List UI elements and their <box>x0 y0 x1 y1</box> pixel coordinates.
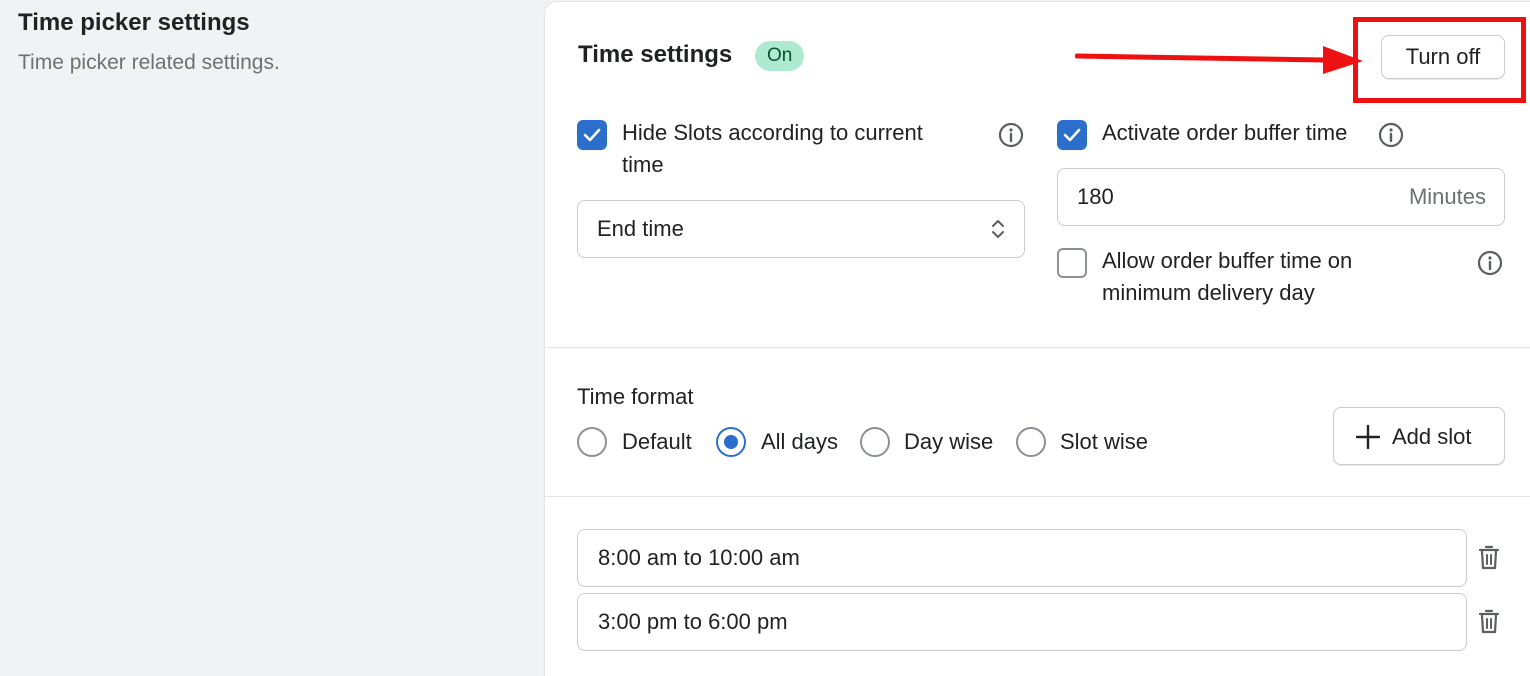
hide-slots-label-line2: time <box>622 152 664 177</box>
divider <box>545 496 1530 497</box>
info-icon[interactable] <box>1378 122 1404 148</box>
buffer-minutes-suffix: Minutes <box>1408 184 1486 209</box>
allow-buffer-min-day-checkbox[interactable] <box>1057 248 1087 278</box>
section-description: Time picker related settings. <box>18 51 280 74</box>
add-slot-label: Add slot <box>1392 424 1472 449</box>
slot-input[interactable]: 3:00 pm to 6:00 pm <box>577 593 1467 651</box>
radio-all-days-label: All days <box>761 429 839 454</box>
allow-buffer-label-line1: Allow order buffer time on <box>1102 248 1353 273</box>
info-icon[interactable] <box>998 122 1024 148</box>
slot-value: 8:00 am to 10:00 am <box>598 545 800 570</box>
slot-input[interactable]: 8:00 am to 10:00 am <box>577 529 1467 587</box>
buffer-minutes-input[interactable]: 180 Minutes <box>1057 168 1505 226</box>
hide-slots-label-line1: Hide Slots according to current <box>622 120 923 145</box>
radio-default-label: Default <box>622 429 692 454</box>
slot-value: 3:00 pm to 6:00 pm <box>598 609 788 634</box>
checkmark-icon <box>583 128 601 142</box>
trash-icon[interactable] <box>1477 545 1501 571</box>
allow-buffer-label-line2: minimum delivery day <box>1102 280 1315 305</box>
section-title: Time picker settings <box>18 9 250 36</box>
section-header: Time picker settings Time picker related… <box>18 8 518 76</box>
select-value: End time <box>597 216 684 241</box>
order-buffer-label: Activate order buffer time <box>1102 120 1348 145</box>
checkmark-icon <box>1063 128 1081 142</box>
time-settings-card: Time settings On Turn off Hide Slots acc… <box>545 2 1530 676</box>
info-icon[interactable] <box>1477 250 1503 276</box>
radio-all-days[interactable] <box>716 427 746 457</box>
radio-slot-wise[interactable] <box>1016 427 1046 457</box>
radio-default[interactable] <box>577 427 607 457</box>
time-format-label: Time format <box>577 384 694 409</box>
plus-icon <box>1356 425 1380 449</box>
radio-slot-wise-label: Slot wise <box>1060 429 1149 454</box>
radio-day-wise-label: Day wise <box>904 429 994 454</box>
card-title: Time settings <box>578 41 733 68</box>
red-arrow-annotation <box>1075 46 1363 74</box>
radio-day-wise[interactable] <box>860 427 890 457</box>
status-badge: On <box>755 41 805 71</box>
buffer-minutes-value: 180 <box>1077 184 1114 209</box>
hide-slots-checkbox[interactable] <box>577 120 607 150</box>
divider <box>545 347 1530 348</box>
trash-icon[interactable] <box>1477 609 1501 635</box>
add-slot-button[interactable]: Add slot <box>1333 407 1505 465</box>
red-highlight-box <box>1353 17 1526 103</box>
hide-slots-select[interactable]: End time <box>577 200 1025 258</box>
order-buffer-checkbox[interactable] <box>1057 120 1087 150</box>
select-chevron-icon <box>992 220 1004 238</box>
